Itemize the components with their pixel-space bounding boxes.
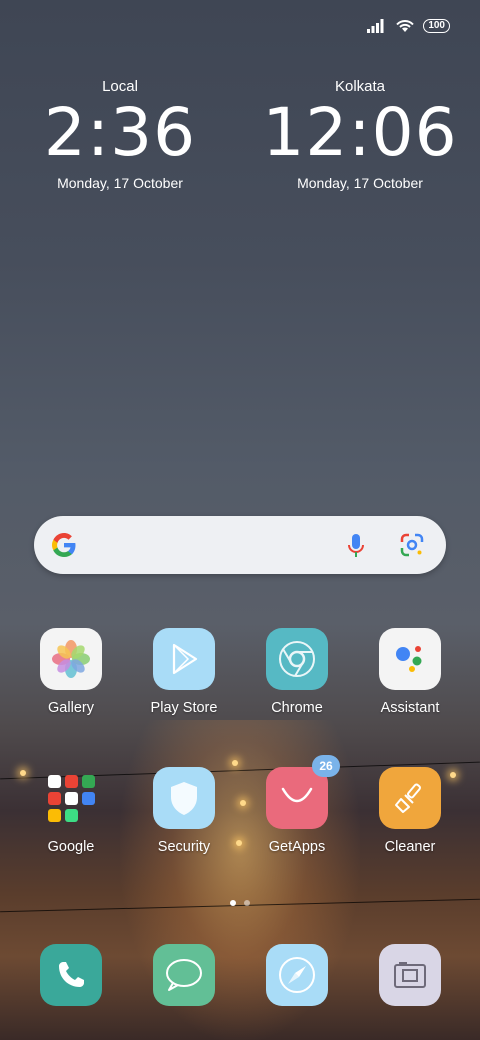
status-bar: 100 <box>367 18 450 33</box>
google-logo-icon <box>52 533 76 557</box>
page-dot <box>244 900 250 906</box>
microphone-icon[interactable] <box>346 532 366 560</box>
app-label: GetApps <box>268 839 326 855</box>
battery-indicator: 100 <box>423 18 450 33</box>
phone-icon <box>59 962 84 987</box>
dock-messages[interactable] <box>153 944 215 1006</box>
compass-icon <box>279 957 315 993</box>
google-lens-icon[interactable] <box>398 532 426 558</box>
clock-kolkata[interactable]: Kolkata 12:06 Monday, 17 October <box>250 78 470 192</box>
app-play-store[interactable]: Play Store <box>129 628 239 716</box>
dock-phone[interactable] <box>40 944 102 1006</box>
messages-icon <box>166 959 202 991</box>
play-store-icon <box>153 628 215 690</box>
app-label: Google <box>47 839 95 855</box>
cleaner-icon <box>379 767 441 829</box>
app-gallery[interactable]: Gallery <box>16 628 126 716</box>
clock-local[interactable]: Local 2:36 Monday, 17 October <box>10 78 230 192</box>
app-cleaner[interactable]: Cleaner <box>355 767 465 855</box>
wifi-icon <box>396 20 415 32</box>
camera-icon <box>394 962 426 988</box>
dock-camera[interactable] <box>379 944 441 1006</box>
clock-time: 2:36 <box>43 94 197 171</box>
page-dot-active <box>230 900 236 906</box>
app-label: Cleaner <box>384 839 436 855</box>
app-label: Security <box>157 839 211 855</box>
app-label: Assistant <box>380 700 440 716</box>
app-assistant[interactable]: Assistant <box>355 628 465 716</box>
page-indicator[interactable] <box>0 900 480 906</box>
clock-time: 12:06 <box>262 94 458 171</box>
wallpaper-lamp <box>232 760 238 766</box>
signal-icon <box>367 18 384 33</box>
app-label: Play Store <box>150 700 218 716</box>
app-getapps[interactable]: 26 GetApps <box>242 755 352 855</box>
clock-date: Monday, 17 October <box>57 175 183 191</box>
app-label: Chrome <box>271 700 323 716</box>
security-icon <box>153 767 215 829</box>
clock-date: Monday, 17 October <box>297 175 423 191</box>
chrome-icon <box>266 628 328 690</box>
app-google-folder[interactable]: Google <box>16 767 126 855</box>
google-folder-icon <box>40 767 102 829</box>
assistant-icon <box>379 628 441 690</box>
app-label: Gallery <box>48 700 94 716</box>
google-search-bar[interactable] <box>34 516 446 574</box>
dock-browser[interactable] <box>266 944 328 1006</box>
notification-badge: 26 <box>312 755 340 777</box>
gallery-icon <box>40 628 102 690</box>
getapps-icon: 26 <box>266 755 340 829</box>
app-chrome[interactable]: Chrome <box>242 628 352 716</box>
app-security[interactable]: Security <box>129 767 239 855</box>
